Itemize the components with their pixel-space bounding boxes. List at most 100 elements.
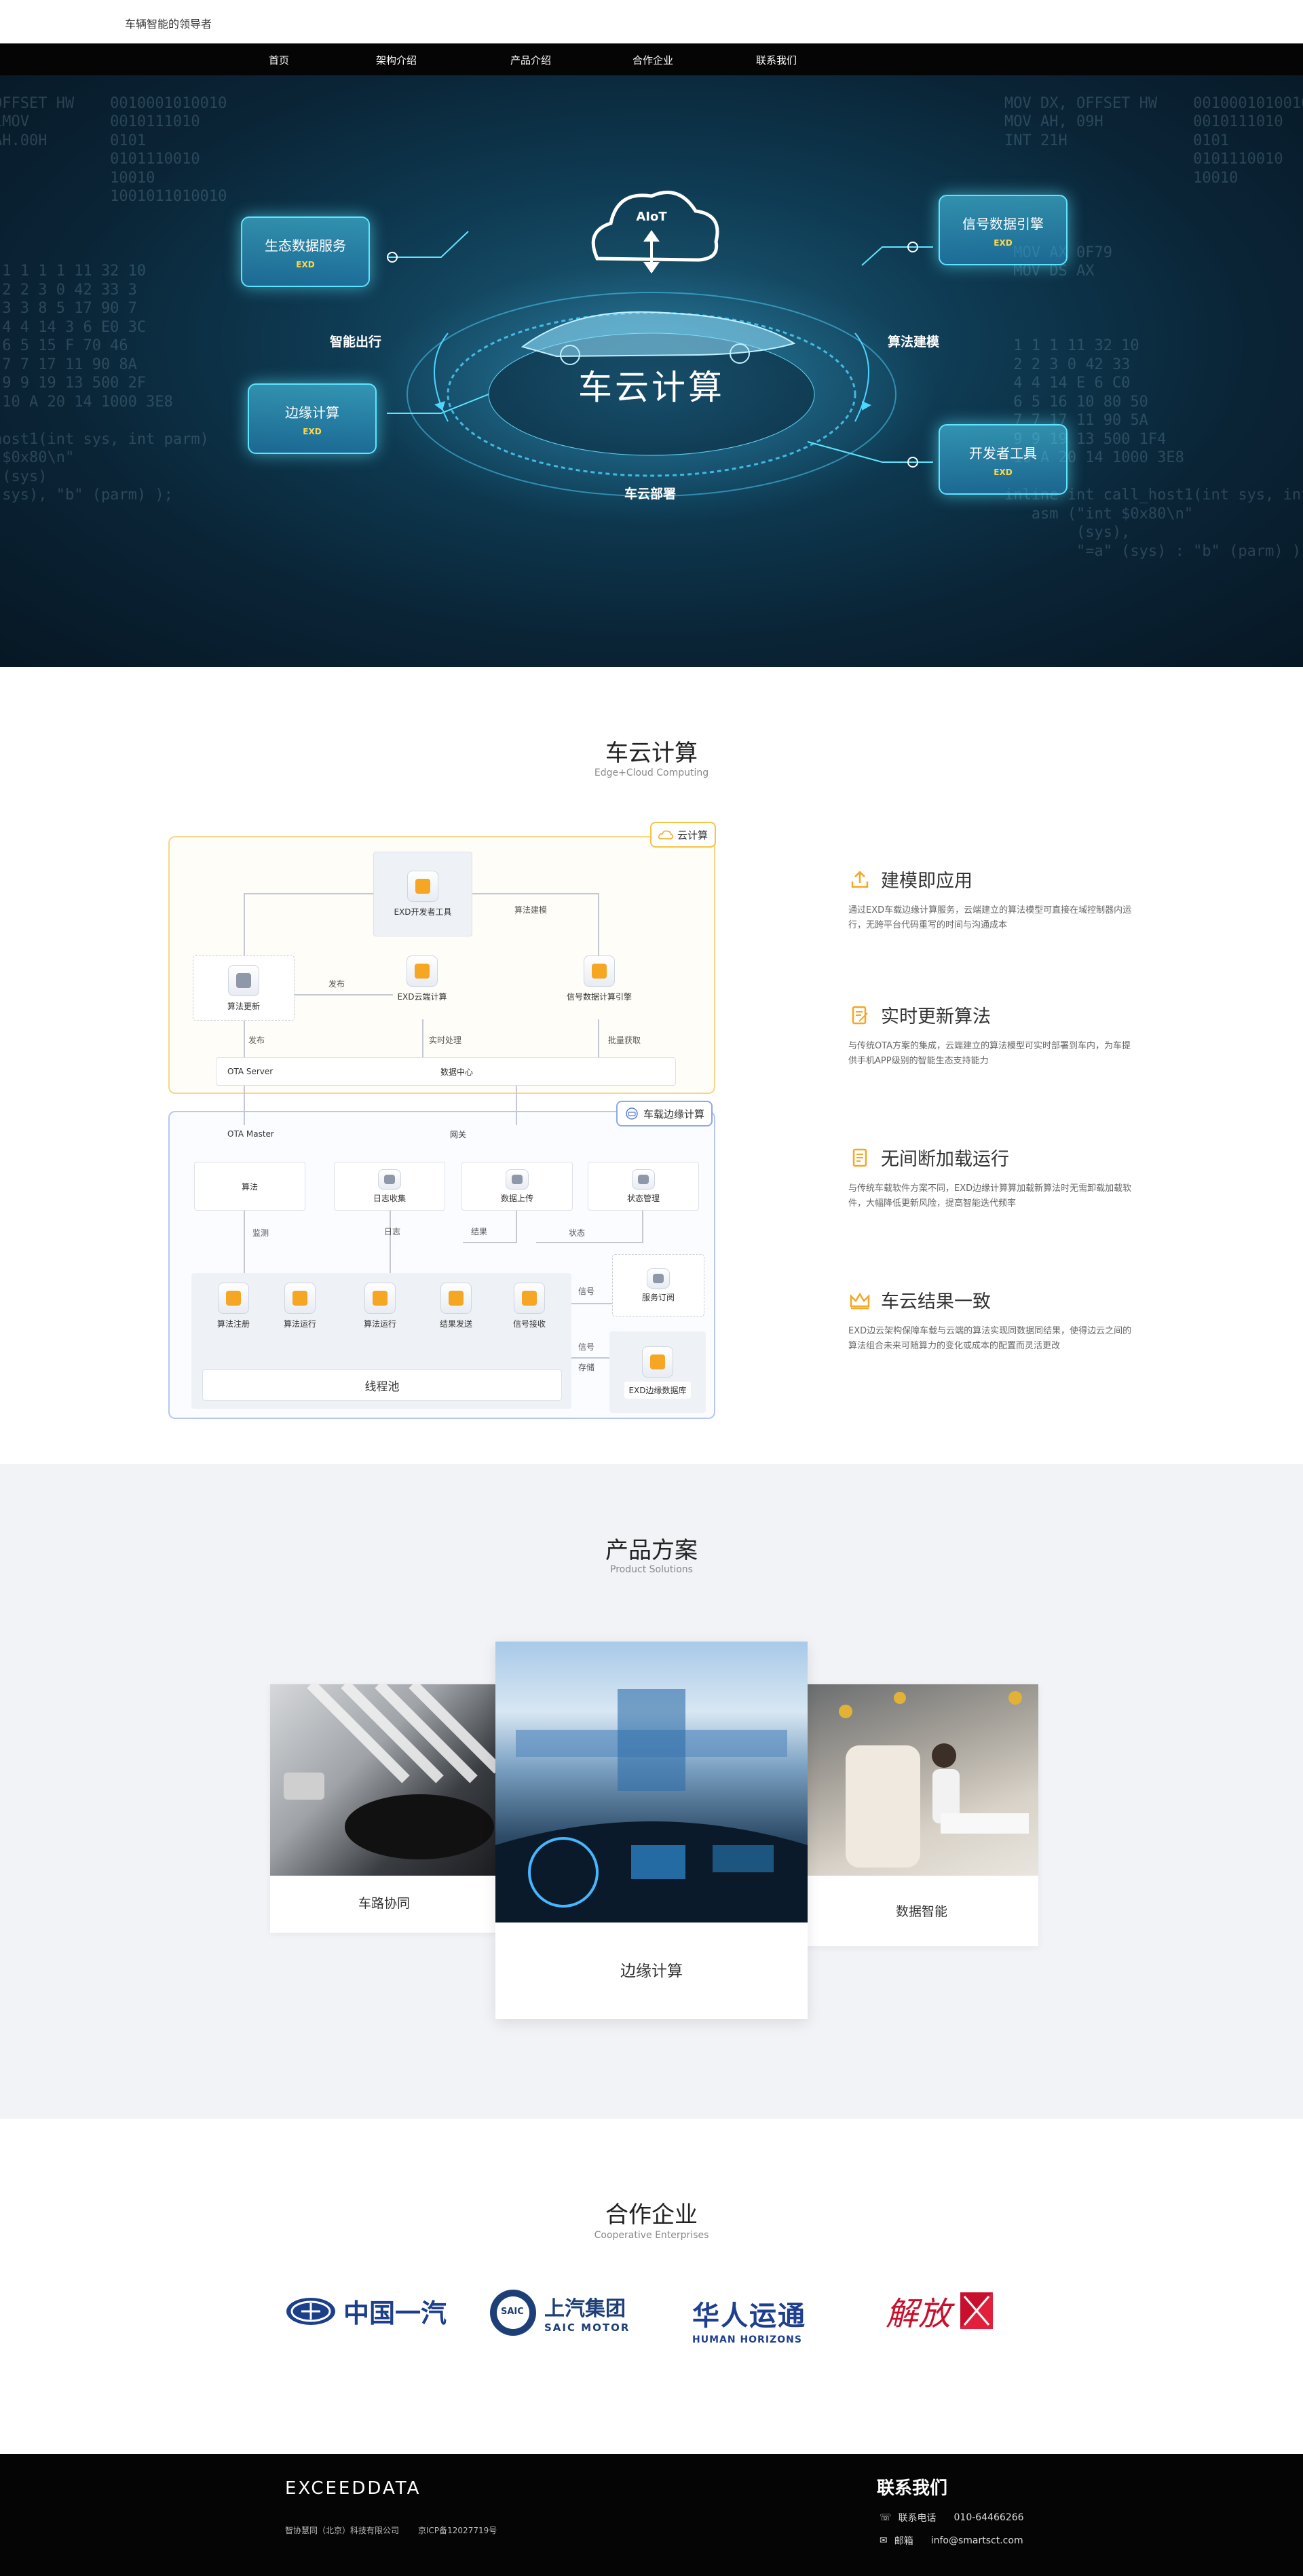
edge-db-label: EXD边缘数据库 bbox=[624, 1381, 691, 1399]
connector bbox=[598, 893, 599, 955]
hero-box-sub: EXD bbox=[994, 467, 1013, 477]
feature-title: 无间断加载运行 bbox=[881, 1149, 1009, 1170]
pool-item-run-2: 算法运行 bbox=[339, 1283, 421, 1329]
feature-desc: 通过EXD车载边缘计算服务，云端建立的算法模型可直接在域控制器内运行，无跨平台代… bbox=[848, 905, 1132, 930]
document-edit-icon bbox=[848, 1004, 871, 1027]
connector bbox=[642, 1211, 643, 1243]
status-mgmt-label: 状态管理 bbox=[626, 1193, 660, 1203]
upload-icon bbox=[848, 868, 871, 891]
products-subtitle: Product Solutions bbox=[610, 1564, 693, 1575]
partner-faw-name: 中国一汽 bbox=[343, 2298, 447, 2328]
label-log: 日志 bbox=[384, 1227, 401, 1236]
thread-pool-label: 线程池 bbox=[364, 1380, 400, 1394]
data-center-label: 数据中心 bbox=[440, 1067, 474, 1077]
pool-item-receive: 信号接收 bbox=[489, 1283, 570, 1329]
partner-logo-faw[interactable]: 中国一汽 bbox=[285, 2292, 447, 2330]
product-card-data[interactable]: 数据智能 bbox=[805, 1684, 1038, 1946]
connector bbox=[244, 893, 245, 955]
product-card-label: 车路协同 bbox=[358, 1896, 410, 1911]
partner-saic-sub: SAIC MOTOR bbox=[544, 2322, 630, 2334]
label-modeling: 算法建模 bbox=[514, 905, 548, 915]
partner-hh-name: 华人运通 bbox=[692, 2300, 806, 2332]
pool-item-label: 算法运行 bbox=[363, 1319, 396, 1329]
partner-hh-sub: HUMAN HORIZONS bbox=[692, 2334, 802, 2345]
hero-box-signal[interactable]: 信号数据引擎 EXD bbox=[939, 195, 1068, 265]
connector bbox=[244, 893, 373, 894]
feature-title: 实时更新算法 bbox=[881, 1006, 991, 1027]
connector bbox=[390, 1211, 391, 1276]
connector bbox=[516, 1211, 517, 1243]
partner-jiefang-name: 解放 bbox=[886, 2295, 951, 2333]
mail-icon: ✉ bbox=[880, 2535, 888, 2546]
cloud-compute-label: EXD云端计算 bbox=[397, 992, 447, 1002]
partners-title: 合作企业 bbox=[605, 2201, 698, 2229]
document-icon bbox=[848, 1146, 871, 1169]
product-image-data bbox=[805, 1684, 1038, 1876]
feature-item: 车云结果一致 EXD边云架构保障车载与云端的算法实现同数据同结果，使得边云之间的… bbox=[848, 1287, 1133, 1354]
connector bbox=[244, 1211, 245, 1276]
master-bar: OTA Master 网关 bbox=[216, 1121, 676, 1147]
hero-box-sub: EXD bbox=[296, 259, 315, 269]
server-bar: OTA Server 数据中心 bbox=[216, 1057, 676, 1086]
gateway-label: 网关 bbox=[450, 1129, 467, 1139]
footer-phone[interactable]: 010-64466266 bbox=[954, 2512, 1024, 2523]
log-collect-node: 日志收集 bbox=[334, 1162, 445, 1211]
feature-title: 建模即应用 bbox=[881, 871, 972, 892]
footer-contact-title: 联系我们 bbox=[877, 2478, 948, 2499]
products-title: 产品方案 bbox=[605, 1537, 698, 1564]
connector bbox=[598, 1019, 599, 1057]
product-card-edge[interactable]: 边缘计算 bbox=[495, 1642, 808, 2019]
faw-emblem-icon bbox=[286, 2297, 335, 2325]
hero-label-deploy: 车云部署 bbox=[624, 487, 677, 501]
brand-tagline: 车辆智能的领导者 bbox=[125, 18, 212, 31]
dev-tool-label: EXD开发者工具 bbox=[394, 907, 452, 917]
hero-box-devtools[interactable]: 开发者工具 EXD bbox=[939, 424, 1068, 495]
hero-box-title: 生态数据服务 bbox=[265, 237, 346, 254]
nav-item-partners[interactable]: 合作企业 bbox=[632, 53, 673, 67]
label-realtime: 实时处理 bbox=[429, 1036, 462, 1045]
label-result: 结果 bbox=[471, 1227, 488, 1236]
top-bar: 车辆智能的领导者 bbox=[0, 0, 1303, 43]
vehicle-tag-label: 车载边缘计算 bbox=[643, 1107, 705, 1120]
cloud-compute-node: EXD云端计算 bbox=[381, 955, 463, 1002]
label-publish: 发布 bbox=[328, 979, 345, 989]
nav-item-products[interactable]: 产品介绍 bbox=[510, 53, 551, 67]
footer-icp[interactable]: 京ICP备12027719号 bbox=[418, 2524, 497, 2536]
status-mgmt-node: 状态管理 bbox=[588, 1162, 699, 1211]
nav-item-home[interactable]: 首页 bbox=[269, 53, 289, 67]
nav-item-contact[interactable]: 联系我们 bbox=[756, 53, 797, 67]
hero-title: 车云计算 bbox=[578, 368, 725, 407]
hero-banner: OFFSET HW 0010001010010 1MOV 0010111010 … bbox=[0, 75, 1303, 667]
partner-logo-human-horizons[interactable]: 华人运通 HUMAN HORIZONS bbox=[692, 2294, 806, 2345]
hero-box-sub: EXD bbox=[303, 426, 322, 436]
connector bbox=[571, 1303, 612, 1304]
pool-item-label: 信号接收 bbox=[512, 1319, 546, 1329]
nav-item-architecture[interactable]: 架构介绍 bbox=[376, 53, 417, 67]
partner-logo-saic[interactable]: SAIC 上汽集团 SAIC MOTOR bbox=[489, 2288, 630, 2337]
product-image-edge bbox=[495, 1642, 808, 1922]
log-collect-label: 日志收集 bbox=[373, 1193, 406, 1203]
partner-logo-jiefang[interactable]: 解放 bbox=[886, 2287, 996, 2334]
connector bbox=[244, 1086, 245, 1125]
partners-subtitle: Cooperative Enterprises bbox=[594, 2230, 709, 2241]
label-publish-2: 发布 bbox=[248, 1036, 265, 1045]
feature-item: 实时更新算法 与传统OTA方案的集成，云端建立的算法模型可实时部署到车内，为车提… bbox=[848, 1002, 1133, 1069]
jiefang-emblem-icon bbox=[960, 2292, 994, 2329]
cloud-tag-label: 云计算 bbox=[677, 829, 709, 841]
hero-label-modeling: 算法建模 bbox=[888, 335, 940, 349]
label-signal-2: 信号 bbox=[578, 1342, 595, 1352]
data-upload-node: 数据上传 bbox=[461, 1162, 573, 1211]
product-card-v2x[interactable]: 车路协同 bbox=[270, 1684, 498, 1933]
hero-box-edge[interactable]: 边缘计算 EXD bbox=[248, 383, 377, 454]
connector bbox=[422, 1019, 423, 1057]
hero-box-ecosystem[interactable]: 生态数据服务 EXD bbox=[241, 216, 370, 287]
footer-email[interactable]: info@smartsct.com bbox=[931, 2535, 1023, 2546]
phone-icon: ☏ bbox=[880, 2512, 892, 2523]
hero-box-title: 信号数据引擎 bbox=[962, 215, 1044, 232]
footer-logo: EXCEEDDATA bbox=[285, 2478, 421, 2499]
algo-update-node: 算法更新 bbox=[193, 955, 295, 1021]
label-batch: 批量获取 bbox=[608, 1036, 641, 1045]
pool-item-label: 算法运行 bbox=[283, 1319, 316, 1329]
products-section: 产品方案 Product Solutions 车路协同 数据智能 边缘计算 bbox=[0, 1464, 1303, 2119]
architecture-subtitle: Edge+Cloud Computing bbox=[594, 768, 709, 778]
